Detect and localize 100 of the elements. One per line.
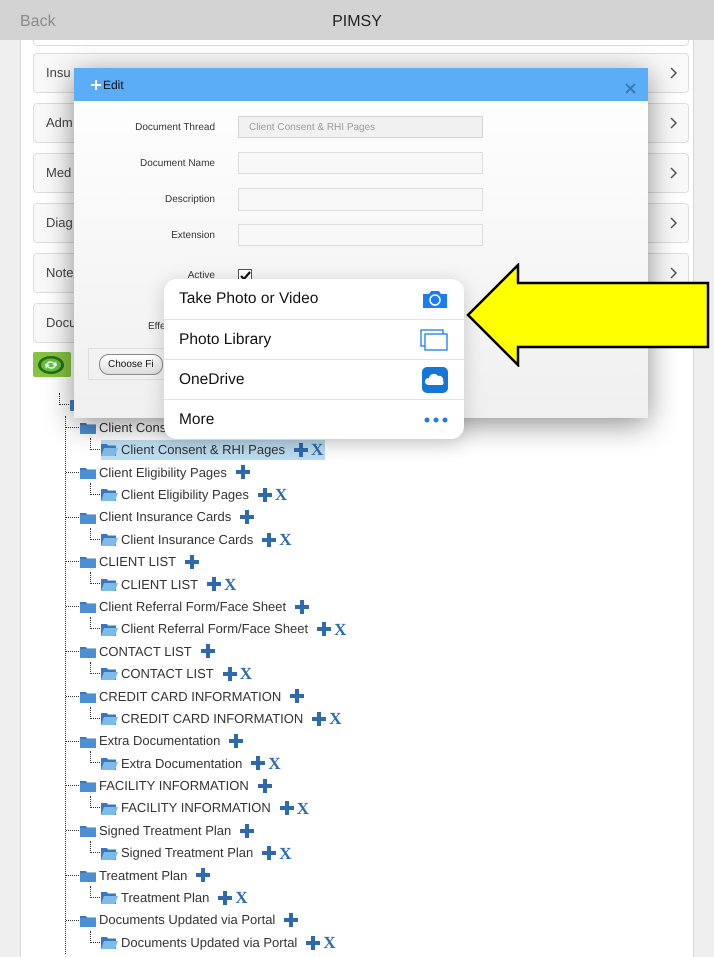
tree-row[interactable]: Client Referral Form/Face Sheet X [101,619,348,639]
input-field[interactable] [238,224,483,246]
add-icon[interactable] [258,778,272,793]
tree-row[interactable]: FACILITY INFORMATION X [101,798,312,818]
delete-button[interactable]: X [279,844,292,862]
open-folder-icon [101,667,118,680]
refresh-button[interactable] [33,352,71,377]
tree-row[interactable]: Treatment Plan X [101,888,250,908]
open-folder-icon [101,443,118,456]
add-icon[interactable] [262,532,276,547]
tree-item-label[interactable]: FACILITY INFORMATION [99,776,249,796]
add-icon[interactable] [295,600,310,614]
tree-item-label[interactable]: Client Referral Form/Face Sheet [121,619,308,639]
tree-item-label[interactable]: CONTACT LIST [99,642,192,662]
tree-row[interactable]: CONTACT LIST X [101,664,254,684]
field-label: Description [164,193,215,207]
open-folder-icon [101,712,118,726]
action-sheet-item[interactable]: OneDrive [164,359,464,399]
tree-item-label[interactable]: Client Insurance Cards [121,530,254,550]
delete-button[interactable]: X [311,441,324,458]
field-label: Document Name [138,156,215,170]
tree-item-label[interactable]: Signed Treatment Plan [99,820,232,840]
tree-item-label[interactable]: FACILITY INFORMATION [121,798,271,818]
delete-button[interactable]: X [329,710,342,728]
delete-button[interactable]: X [268,754,281,772]
delete-button[interactable]: X [240,665,252,682]
tree-row[interactable]: CLIENT LIST X [101,574,238,594]
delete-button[interactable]: X [235,889,248,906]
tree-row[interactable]: Signed Treatment Plan X [101,843,294,863]
tree-item-label[interactable]: Client Cons [99,418,166,438]
add-icon[interactable] [280,801,294,816]
tree-item-label[interactable]: Client Consent & RHI Pages [121,440,286,460]
add-icon[interactable] [294,442,308,457]
add-icon[interactable] [185,554,200,569]
add-icon[interactable] [196,868,210,882]
choose-file-button[interactable]: Choose Fi [99,354,163,374]
action-sheet-item[interactable]: Photo Library [164,319,464,359]
field-label: Document Thread [134,120,215,134]
plus-icon [91,80,101,90]
tree-item-label[interactable]: Documents Updated via Portal [99,910,276,930]
input-field[interactable] [238,188,483,211]
tree-item-label[interactable]: Client Eligibility Pages [121,485,249,504]
tree-row[interactable]: Extra Documentation X [101,754,283,774]
action-sheet-item[interactable]: Take Photo or Video [164,279,464,319]
open-folder-icon [101,578,118,591]
tree-item-label[interactable]: Extra Documentation [121,754,242,774]
open-folder-icon [101,846,118,860]
tree-item-label[interactable]: Treatment Plan [99,866,188,886]
add-icon[interactable] [222,666,237,681]
tree-row[interactable]: Client Eligibility Pages X [101,485,290,504]
delete-button[interactable]: X [334,620,346,638]
tree-row[interactable]: Client Consent & RHI Pages X [101,440,326,460]
add-icon[interactable] [317,622,332,636]
tree-item-label[interactable]: Documents Updated via Portal [121,932,298,952]
open-folder-icon [101,533,118,546]
open-folder-icon [101,936,118,950]
input-field[interactable] [238,152,483,174]
add-icon[interactable] [258,488,272,502]
delete-button[interactable]: X [323,934,336,952]
tree-item-label[interactable]: CREDIT CARD INFORMATION [121,708,304,728]
folder-icon [80,779,96,792]
tree-item-label[interactable]: Client Insurance Cards [99,507,232,527]
delete-button[interactable]: X [224,576,236,593]
add-icon[interactable] [251,756,266,770]
delete-button[interactable]: X [296,800,310,817]
add-icon[interactable] [284,913,298,928]
delete-button[interactable]: X [279,531,292,548]
open-folder-icon [101,756,118,770]
open-folder-icon [101,802,118,815]
folder-icon [80,690,96,703]
add-icon[interactable] [290,689,304,704]
tree-item-label[interactable]: CREDIT CARD INFORMATION [99,686,282,706]
cloud-icon [422,366,448,392]
tree-item-label[interactable]: CLIENT LIST [99,552,176,572]
section-label: Adm [46,114,73,132]
tree-item-label[interactable]: Signed Treatment Plan [121,843,254,863]
add-icon[interactable] [200,644,215,658]
add-icon[interactable] [240,824,254,838]
tree-item-label[interactable]: Treatment Plan [121,888,210,908]
tree-item-label[interactable]: Client Referral Form/Face Sheet [99,596,286,616]
tree-row[interactable]: CREDIT CARD INFORMATION X [101,708,344,728]
open-folder-icon [101,622,118,636]
tree-row[interactable]: Client Insurance Cards X [101,530,294,550]
add-icon[interactable] [312,712,326,726]
add-icon[interactable] [229,734,244,748]
add-icon[interactable] [240,510,254,524]
tree-item-label[interactable]: Extra Documentation [99,731,220,751]
add-icon[interactable] [262,846,276,860]
tree-item-label[interactable]: CONTACT LIST [121,664,214,684]
add-icon[interactable] [218,890,232,905]
tree-item-label[interactable]: CLIENT LIST [121,574,198,594]
add-icon[interactable] [306,936,320,950]
add-icon[interactable] [207,577,222,592]
action-sheet-item[interactable]: More [164,399,464,439]
delete-button[interactable]: X [274,486,288,504]
add-icon[interactable] [236,465,250,480]
tree-item-label[interactable]: Client Eligibility Pages [99,462,227,482]
dialog-title: Edit [103,76,124,94]
tree-row[interactable]: Documents Updated via Portal X [101,932,338,952]
section-label: Note [46,264,74,282]
